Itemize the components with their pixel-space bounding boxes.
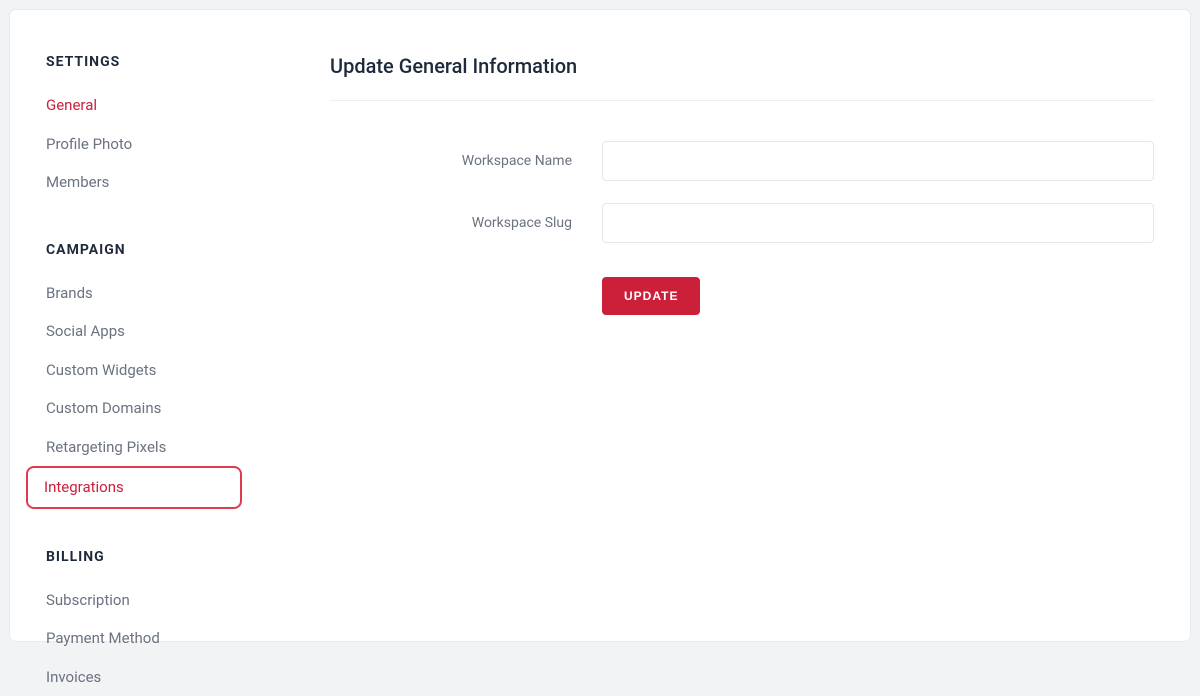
form-row-workspace-name: Workspace Name (330, 141, 1154, 181)
button-spacer (330, 277, 602, 315)
nav-item-custom-domains[interactable]: Custom Domains (46, 389, 300, 428)
nav-item-members[interactable]: Members (46, 163, 300, 202)
workspace-slug-input[interactable] (602, 203, 1154, 243)
nav-item-retargeting-pixels[interactable]: Retargeting Pixels (46, 428, 300, 467)
nav-item-integrations[interactable]: Integrations (26, 466, 242, 509)
workspace-slug-label: Workspace Slug (330, 215, 602, 231)
button-row: UPDATE (330, 277, 1154, 315)
workspace-name-input[interactable] (602, 141, 1154, 181)
nav-item-brands[interactable]: Brands (46, 274, 300, 313)
nav-item-general[interactable]: General (46, 86, 300, 125)
update-button[interactable]: UPDATE (602, 277, 700, 315)
nav-group: BILLING SubscriptionPayment MethodInvoice… (46, 549, 300, 696)
nav-item-profile-photo[interactable]: Profile Photo (46, 125, 300, 164)
sidebar: SETTINGS GeneralProfile PhotoMembers CAMPA… (10, 10, 300, 641)
nav-item-social-apps[interactable]: Social Apps (46, 312, 300, 351)
nav-group: SETTINGS GeneralProfile PhotoMembers (46, 54, 300, 202)
form-row-workspace-slug: Workspace Slug (330, 203, 1154, 243)
nav-item-invoices[interactable]: Invoices (46, 658, 300, 696)
nav-item-custom-widgets[interactable]: Custom Widgets (46, 351, 300, 390)
section-title: BILLING (46, 549, 300, 565)
nav-item-subscription[interactable]: Subscription (46, 581, 300, 620)
workspace-name-label: Workspace Name (330, 153, 602, 169)
nav-group: CAMPAIGN BrandsSocial AppsCustom WidgetsC… (46, 242, 300, 509)
settings-panel: SETTINGS GeneralProfile PhotoMembers CAMPA… (10, 10, 1190, 641)
page-title: Update General Information (330, 54, 1154, 101)
nav-item-payment-method[interactable]: Payment Method (46, 619, 300, 658)
section-title: CAMPAIGN (46, 242, 300, 258)
main-content: Update General Information Workspace Nam… (300, 10, 1190, 641)
section-title: SETTINGS (46, 54, 300, 70)
